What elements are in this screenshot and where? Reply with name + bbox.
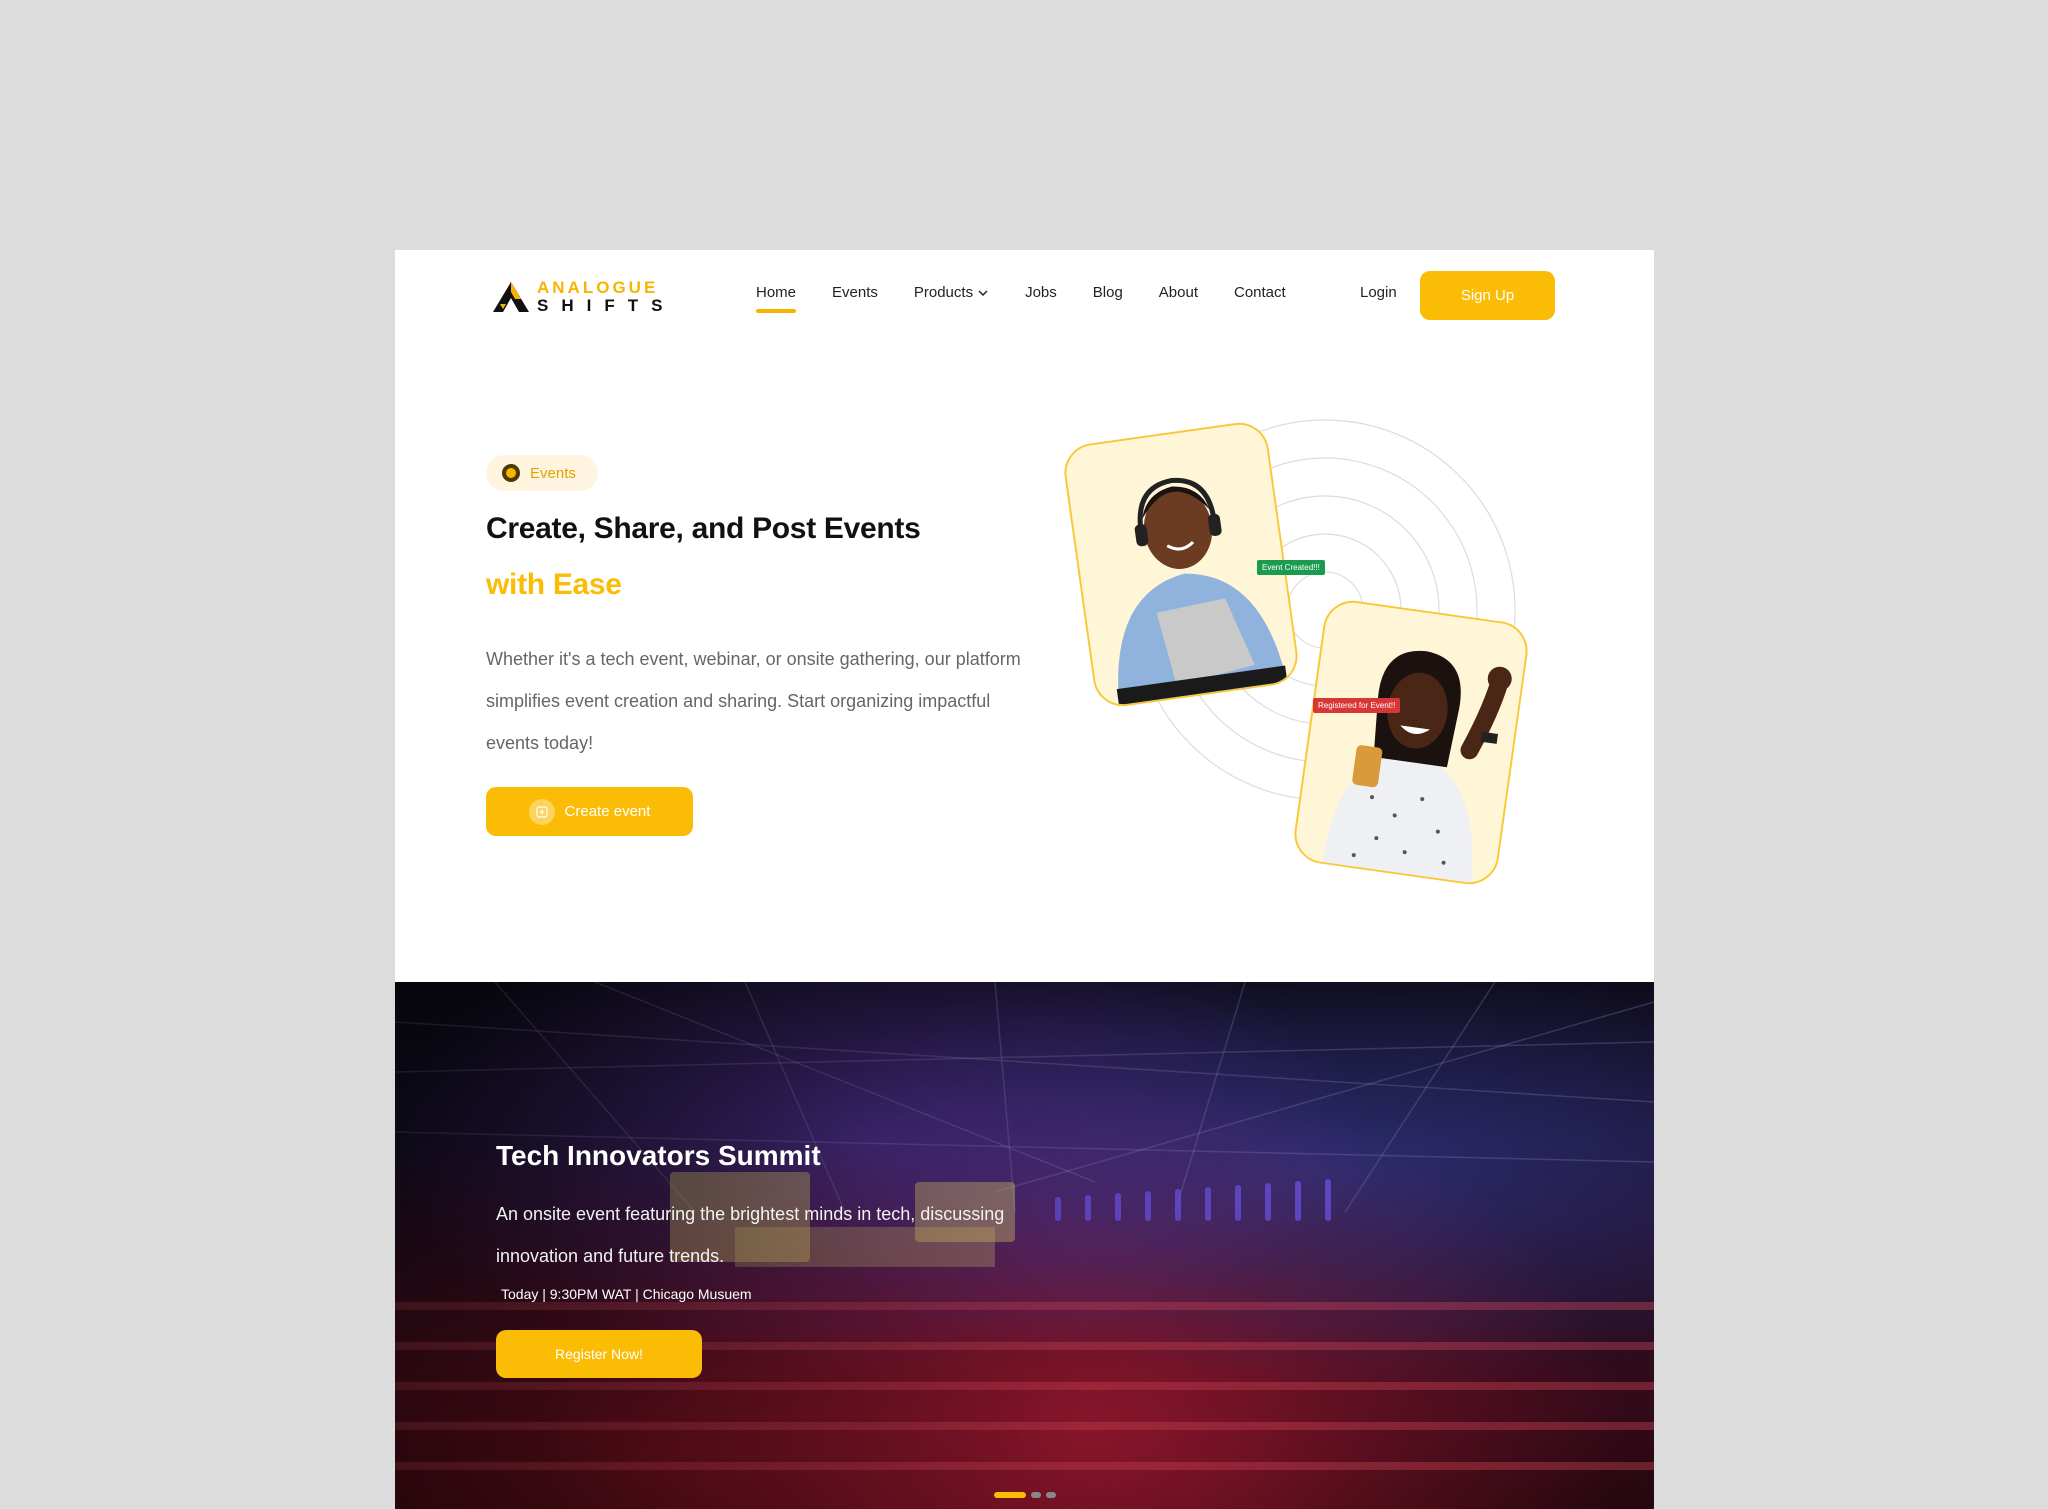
create-event-label: Create event [564,803,651,820]
main-menu: Home Events Products Jobs Blog About Con… [756,284,1322,313]
events-badge: Events [486,455,598,491]
logo-text-bottom: SHIFTS [537,296,676,315]
signup-button[interactable]: Sign Up [1420,271,1555,320]
carousel-indicators [994,1492,1056,1498]
hero-title-highlight: with Ease [486,568,622,601]
event-description: An onsite event featuring the brightest … [496,1204,1005,1266]
featured-event-banner: Tech Innovators Summit An onsite event f… [395,982,1654,1509]
nav-home[interactable]: Home [756,284,797,313]
badge-label: Events [530,464,576,482]
brand-logo[interactable]: ANALOGUE SHIFTS [491,276,691,316]
logo-text-top: ANALOGUE [537,278,659,297]
chevron-down-icon [978,289,988,296]
nav-about[interactable]: About [1159,284,1198,301]
registered-tag: Registered for Event!! [1313,698,1401,713]
nav-contact[interactable]: Contact [1234,284,1286,301]
nav-products-label: Products [913,284,974,301]
nav-products[interactable]: Products [914,284,989,301]
carousel-dot[interactable] [1046,1492,1056,1498]
event-meta: Today | 9:30PM WAT | Chicago Musuem [501,1286,752,1302]
nav-jobs[interactable]: Jobs [1025,284,1057,301]
carousel-dot[interactable] [1031,1492,1041,1498]
register-now-button[interactable]: Register Now! [496,1330,702,1378]
nav-blog[interactable]: Blog [1093,284,1123,301]
event-title: Tech Innovators Summit [496,1140,821,1171]
woman-with-phone-image [1292,599,1532,889]
hero-illustration: Event Created!!! Registered for Event!! [1055,410,1615,970]
badge-dot-icon [502,464,520,482]
hero-title: Create, Share, and Post Events [486,512,921,545]
create-event-button[interactable]: Create event [486,787,693,836]
photo-card-woman-phone [1290,596,1532,889]
nav-events[interactable]: Events [832,284,878,301]
plus-square-icon [528,798,555,825]
page-frame: ANALOGUE SHIFTS Home Events Products Job… [395,250,1654,1509]
login-link[interactable]: Login [1360,284,1397,301]
hero-description: Whether it's a tech event, webinar, or o… [486,649,1021,753]
logo-mark-icon [493,282,529,312]
event-created-tag: Event Created!!! [1257,560,1325,575]
top-nav: ANALOGUE SHIFTS Home Events Products Job… [395,250,1654,340]
carousel-dot[interactable] [994,1492,1026,1498]
